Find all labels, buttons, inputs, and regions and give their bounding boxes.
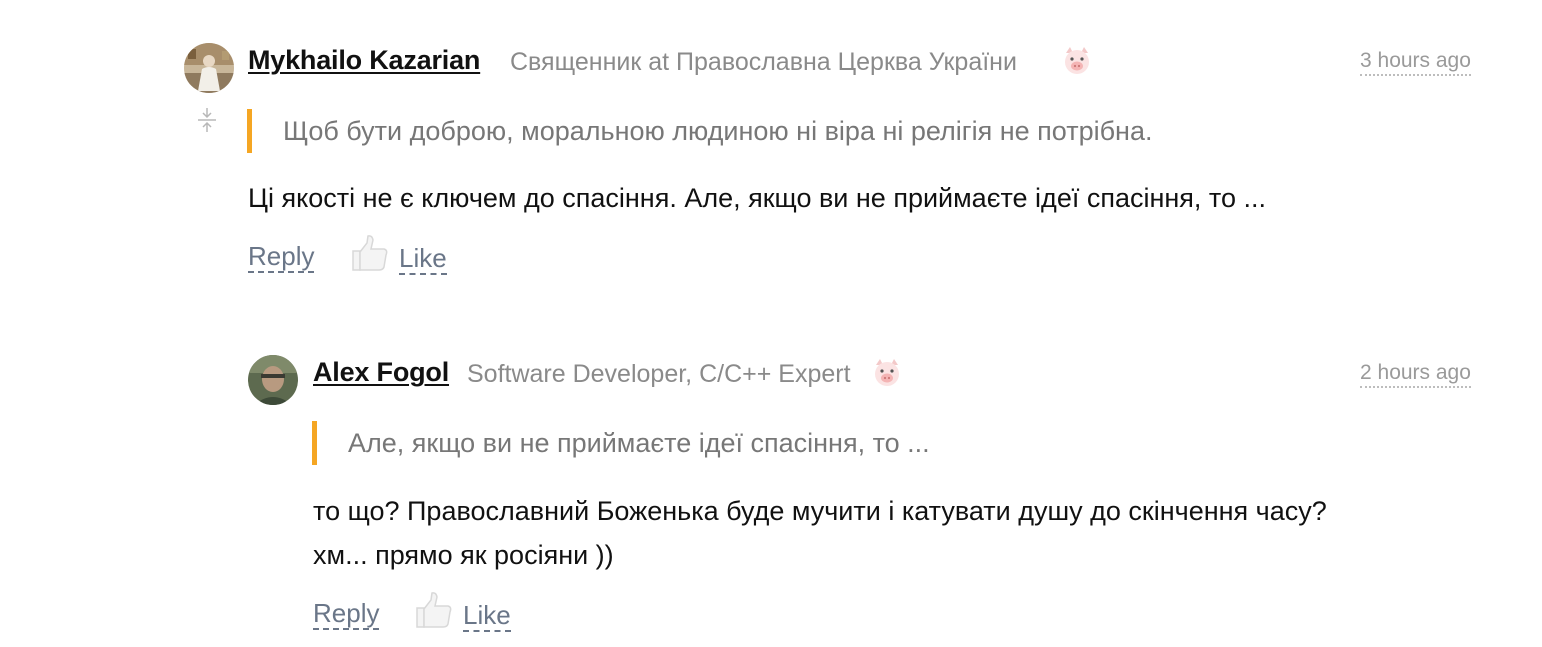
author-role: Священник at Православна Церква України: [510, 48, 1017, 76]
author-name[interactable]: Mykhailo Kazarian: [248, 45, 480, 76]
comment-body-line: Ці якості не є ключем до спасіння. Але, …: [248, 183, 1266, 213]
reply-button[interactable]: Reply: [313, 599, 380, 630]
comment-body: то що? Православний Боженька буде мучити…: [313, 489, 1327, 577]
reply-button[interactable]: Reply: [248, 242, 315, 273]
comment-body-line: то що? Православний Боженька буде мучити…: [313, 496, 1327, 526]
pig-face-icon: [871, 357, 903, 389]
pig-face-icon: [1061, 45, 1093, 77]
author-role: Software Developer, C/C++ Expert: [467, 360, 851, 388]
thumbs-up-icon[interactable]: [414, 590, 454, 630]
avatar[interactable]: [248, 355, 298, 405]
like-button[interactable]: Like: [463, 601, 511, 632]
avatar[interactable]: [184, 43, 234, 93]
quoted-text: Щоб бути доброю, моральною людиною ні ві…: [247, 109, 1152, 153]
timestamp[interactable]: 2 hours ago: [1360, 361, 1471, 388]
collapse-thread-icon[interactable]: [196, 106, 218, 134]
author-name[interactable]: Alex Fogol: [313, 357, 449, 388]
comment-body-line: хм... прямо як росіяни )): [313, 540, 614, 570]
quoted-text: Але, якщо ви не приймаєте ідеї спасіння,…: [312, 421, 930, 465]
thumbs-up-icon[interactable]: [350, 233, 390, 273]
comment-body: Ці якості не є ключем до спасіння. Але, …: [248, 176, 1266, 220]
timestamp[interactable]: 3 hours ago: [1360, 49, 1471, 76]
like-button[interactable]: Like: [399, 244, 447, 275]
